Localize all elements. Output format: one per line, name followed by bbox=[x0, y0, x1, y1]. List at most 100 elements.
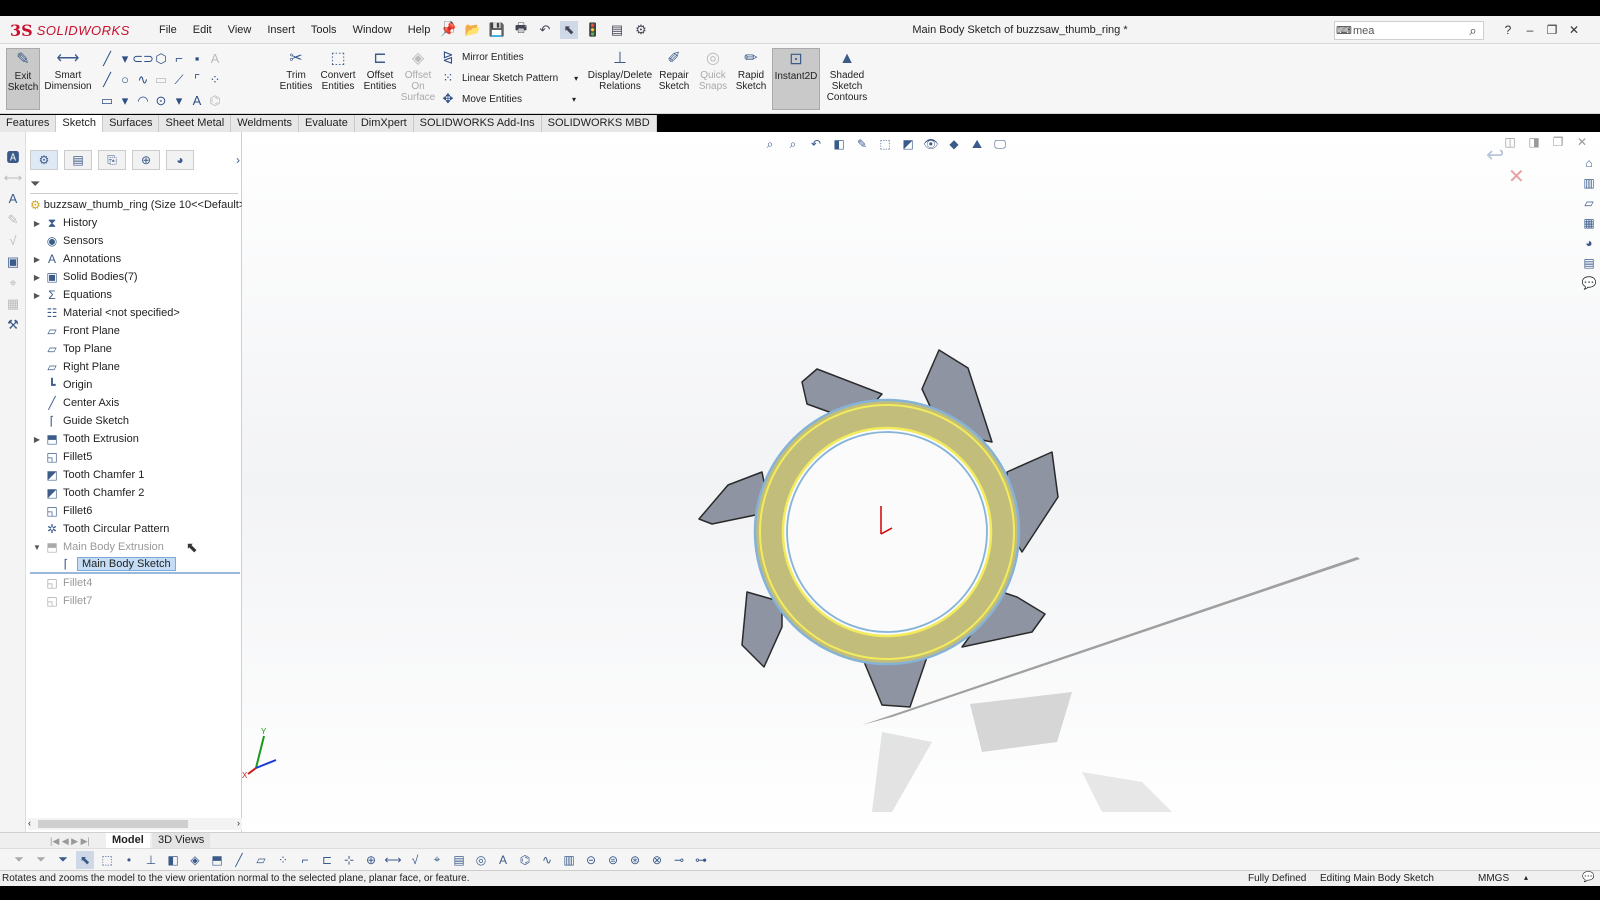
sketch-picture-icon[interactable]: ⌬ bbox=[206, 90, 224, 111]
model-view[interactable]: Y X bbox=[242, 132, 1600, 832]
print-icon[interactable]: 🖶 bbox=[512, 20, 530, 39]
annotation-icon[interactable]: 🅰 bbox=[0, 146, 26, 167]
filter-notes-icon[interactable]: ▤ bbox=[450, 851, 468, 869]
filter-datum-targets-icon[interactable]: ⌬ bbox=[516, 851, 534, 869]
expand-icon[interactable]: ▶ bbox=[30, 273, 44, 282]
filter-sketch-points-icon[interactable]: ⁘ bbox=[274, 851, 292, 869]
tree-filter[interactable]: ⏷ bbox=[30, 176, 238, 194]
tab-sketch[interactable]: Sketch bbox=[56, 115, 104, 132]
filter-planes-icon[interactable]: ▱ bbox=[252, 851, 270, 869]
tree-item-sensors[interactable]: ◉ Sensors bbox=[30, 232, 240, 250]
smart-dimension-button[interactable]: ⟷ Smart Dimension bbox=[44, 48, 92, 110]
filter-weld-beads-icon[interactable]: ⊸ bbox=[670, 851, 688, 869]
tree-item-history[interactable]: ▶ ⧗ History bbox=[30, 214, 240, 232]
display-manager-tab-icon[interactable]: ◕ bbox=[166, 150, 194, 170]
feature-manager-tab-icon[interactable]: ⚙ bbox=[30, 150, 58, 170]
search-box[interactable]: ⌨ ⌕ bbox=[1334, 21, 1484, 40]
filter-table-icon[interactable]: ⊶ bbox=[692, 851, 710, 869]
filter-mid-surfaces-icon[interactable]: ⊗ bbox=[648, 851, 666, 869]
filter-surface-finish-icon[interactable]: √ bbox=[406, 851, 424, 869]
menu-file[interactable]: File bbox=[152, 16, 184, 44]
tab-solidworks-mbd[interactable]: SOLIDWORKS MBD bbox=[541, 115, 657, 132]
filter-blocks-icon[interactable]: ▥ bbox=[560, 851, 578, 869]
filter-midpoints-icon[interactable]: ⊏ bbox=[318, 851, 336, 869]
text-tool-icon[interactable]: A bbox=[206, 48, 224, 69]
tree-item-tooth-chamfer-1[interactable]: ◩ Tooth Chamfer 1 bbox=[30, 466, 240, 484]
tree-item-main-body-extrusion[interactable]: ▼ ⬒ Main Body Extrusion ⬉ bbox=[30, 538, 240, 556]
file-properties-icon[interactable]: ▤ bbox=[608, 21, 626, 39]
tab-sheet-metal[interactable]: Sheet Metal bbox=[159, 115, 232, 132]
dropdown-icon[interactable]: ▾ bbox=[170, 90, 188, 111]
tree-item-main-body-sketch[interactable]: ⌈ Main Body Sketch bbox=[30, 556, 240, 574]
datum-icon[interactable]: ▣ bbox=[0, 251, 26, 272]
filter-dowel-pin-icon[interactable]: ⊝ bbox=[582, 851, 600, 869]
restore-icon[interactable]: ❐ bbox=[1544, 16, 1560, 44]
close-icon[interactable]: ✕ bbox=[1566, 16, 1582, 44]
clear-filter-icon[interactable]: ⏷ bbox=[32, 851, 50, 869]
construction-line-icon[interactable]: ╱ bbox=[98, 69, 116, 90]
slot-icon[interactable]: ⊂⊃ bbox=[132, 48, 154, 69]
tree-item-fillet4[interactable]: ◱ Fillet4 bbox=[30, 574, 240, 592]
geometric-tolerance-icon[interactable]: ⌖ bbox=[0, 272, 26, 293]
tab-features[interactable]: Features bbox=[0, 115, 57, 132]
line-icon[interactable]: ╱ bbox=[98, 48, 116, 69]
smart-dimension-icon[interactable]: ⟷ bbox=[0, 167, 26, 188]
sketch-icon[interactable]: ✎ bbox=[0, 209, 26, 230]
filter-axes-icon[interactable]: ╱ bbox=[230, 851, 248, 869]
tools-icon[interactable]: ⚒ bbox=[0, 314, 26, 335]
tree-item-material[interactable]: ☷ Material <not specified> bbox=[30, 304, 240, 322]
filter-sketch-segments-icon[interactable]: ⌐ bbox=[296, 851, 314, 869]
tree-item-fillet5[interactable]: ◱ Fillet5 bbox=[30, 448, 240, 466]
weld-icon[interactable]: ▦ bbox=[0, 293, 26, 314]
search-icon[interactable]: ⌕ bbox=[1463, 23, 1483, 39]
filter-center-marks-icon[interactable]: ⊹ bbox=[340, 851, 358, 869]
tree-item-origin[interactable]: ┗ Origin bbox=[30, 376, 240, 394]
tree-item-tooth-circular-pattern[interactable]: ✲ Tooth Circular Pattern bbox=[30, 520, 240, 538]
expand-icon[interactable]: ▶ bbox=[30, 219, 44, 228]
tree-item-equations[interactable]: ▶ Σ Equations bbox=[30, 286, 240, 304]
menu-tools[interactable]: Tools bbox=[304, 16, 344, 44]
chevron-down-icon[interactable]: ▾ bbox=[574, 74, 578, 83]
tree-item-center-axis[interactable]: ╱ Center Axis bbox=[30, 394, 240, 412]
filter-surface-bodies-icon[interactable]: ◈ bbox=[186, 851, 204, 869]
filter-dimensions-icon[interactable]: ⟷ bbox=[384, 851, 402, 869]
chevron-down-icon[interactable]: ▾ bbox=[572, 95, 576, 104]
dropdown-icon[interactable]: ▾ bbox=[116, 90, 134, 111]
scrollbar-thumb[interactable] bbox=[38, 820, 188, 828]
arc-icon[interactable]: ◠ bbox=[134, 90, 152, 111]
surface-finish-icon[interactable]: √ bbox=[0, 230, 26, 251]
convert-points-icon[interactable]: ⁘ bbox=[206, 69, 224, 90]
sketch-fillet-icon[interactable]: ⌜ bbox=[188, 69, 206, 90]
tab-evaluate[interactable]: Evaluate bbox=[299, 115, 355, 132]
toggle-filter-icon[interactable]: ⏷ bbox=[54, 851, 72, 869]
linear-sketch-pattern-button[interactable]: ⁙ Linear Sketch Pattern ▾ bbox=[440, 68, 579, 88]
save-icon[interactable]: 💾 bbox=[488, 21, 506, 39]
expand-icon[interactable]: ▶ bbox=[30, 291, 44, 300]
panel-horizontal-scrollbar[interactable]: ‹ › bbox=[28, 818, 242, 830]
tree-item-annotations[interactable]: ▶ A Annotations bbox=[30, 250, 240, 268]
filter-balloons-icon[interactable]: ◎ bbox=[472, 851, 490, 869]
open-icon[interactable]: 📂 bbox=[464, 21, 482, 39]
offset-on-surface-button[interactable]: ◈ Offset On Surface bbox=[400, 48, 436, 110]
tree-root[interactable]: ⚙ buzzsaw_thumb_ring (Size 10<<Default>_… bbox=[30, 196, 262, 214]
filter-geometric-tolerances-icon[interactable]: ⌖ bbox=[428, 851, 446, 869]
mirror-entities-button[interactable]: ⧎ Mirror Entities bbox=[440, 47, 524, 67]
instant2d-button[interactable]: ⊡ Instant2D bbox=[772, 48, 820, 110]
repair-sketch-button[interactable]: ✐ Repair Sketch bbox=[656, 48, 692, 110]
select-arrow-icon[interactable]: ⬉ bbox=[76, 850, 94, 869]
rebuild-icon[interactable]: 🚦 bbox=[584, 21, 602, 39]
offset-entities-button[interactable]: ⊏ Offset Entities bbox=[362, 48, 398, 110]
menu-window[interactable]: Window bbox=[346, 16, 399, 44]
convert-entities-button[interactable]: ⬚ Convert Entities bbox=[318, 48, 358, 110]
tree-item-guide-sketch[interactable]: ⌈ Guide Sketch bbox=[30, 412, 240, 430]
filter-solid-bodies-icon[interactable]: ⬒ bbox=[208, 851, 226, 869]
collapse-icon[interactable]: ▼ bbox=[30, 543, 44, 552]
tree-item-right-plane[interactable]: ▱ Right Plane bbox=[30, 358, 240, 376]
options-gear-icon[interactable]: ⚙ bbox=[632, 21, 650, 39]
tree-item-tooth-chamfer-2[interactable]: ◩ Tooth Chamfer 2 bbox=[30, 484, 240, 502]
tab-weldments[interactable]: Weldments bbox=[231, 115, 300, 132]
graphics-area[interactable]: ⌕ ⌕ ↶ ◧ ✎ ⬚ ◩ 👁 ◆ ⛰ 🖵 ◫ ◨ ❐ ✕ ↩ ✕ ⌂ ▥ ▱ … bbox=[242, 132, 1600, 832]
tab-dimxpert[interactable]: DimXpert bbox=[354, 115, 414, 132]
chevron-up-icon[interactable]: ▴ bbox=[1524, 873, 1528, 882]
menu-insert[interactable]: Insert bbox=[260, 16, 302, 44]
